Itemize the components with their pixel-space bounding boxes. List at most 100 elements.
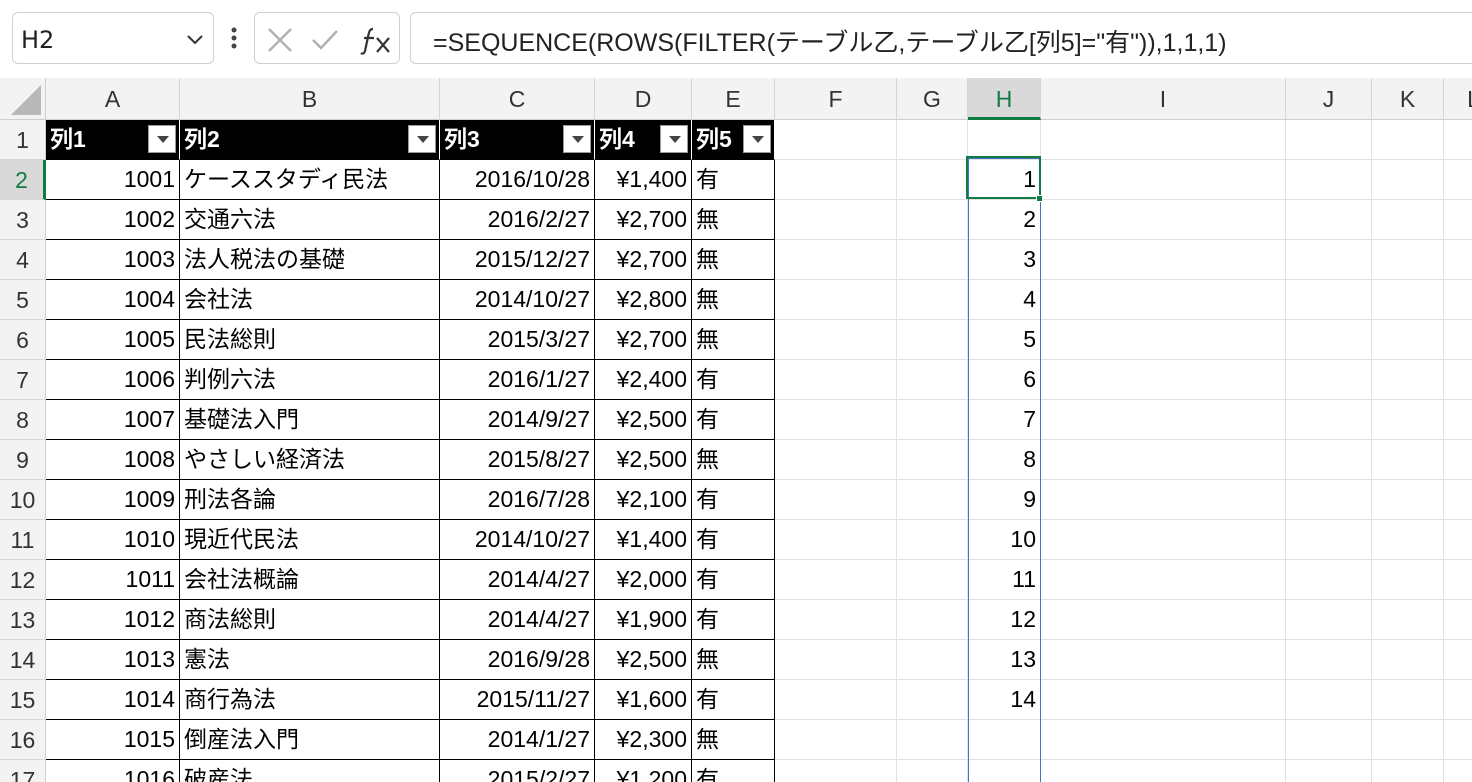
cell[interactable]: [897, 640, 968, 680]
cell[interactable]: [1286, 200, 1372, 240]
cell[interactable]: [775, 600, 897, 640]
column-header-g[interactable]: G: [897, 78, 968, 120]
cell[interactable]: [1286, 560, 1372, 600]
table-cell[interactable]: 2014/1/27: [440, 720, 595, 760]
row-header-1[interactable]: 1: [0, 120, 46, 160]
table-cell[interactable]: 憲法: [180, 640, 440, 680]
table-cell[interactable]: 基礎法入門: [180, 400, 440, 440]
cell[interactable]: [1372, 200, 1444, 240]
cell[interactable]: [1444, 440, 1472, 480]
table-cell[interactable]: 1002: [46, 200, 180, 240]
table-cell[interactable]: 1015: [46, 720, 180, 760]
name-box[interactable]: H2: [12, 12, 214, 64]
spill-cell[interactable]: 4: [968, 280, 1041, 320]
table-cell[interactable]: 2015/12/27: [440, 240, 595, 280]
cell[interactable]: [1372, 440, 1444, 480]
cell[interactable]: [1041, 400, 1286, 440]
cell[interactable]: [1041, 320, 1286, 360]
table-cell[interactable]: 2015/3/27: [440, 320, 595, 360]
column-header-d[interactable]: D: [595, 78, 692, 120]
cell[interactable]: [1286, 440, 1372, 480]
spill-cell[interactable]: 5: [968, 320, 1041, 360]
fill-handle[interactable]: [1036, 195, 1043, 202]
select-all-button[interactable]: [0, 78, 46, 120]
more-options-icon[interactable]: [224, 22, 244, 54]
cell[interactable]: [1444, 480, 1472, 520]
table-cell[interactable]: 交通六法: [180, 200, 440, 240]
cell[interactable]: [1041, 240, 1286, 280]
cell[interactable]: [897, 480, 968, 520]
table-cell[interactable]: 商行為法: [180, 680, 440, 720]
cell[interactable]: [775, 760, 897, 782]
cell[interactable]: [1444, 640, 1472, 680]
table-cell[interactable]: 会社法: [180, 280, 440, 320]
cell[interactable]: [897, 680, 968, 720]
cell[interactable]: [1444, 760, 1472, 782]
column-header-c[interactable]: C: [440, 78, 595, 120]
table-cell[interactable]: 有: [692, 760, 775, 782]
row-header-4[interactable]: 4: [0, 240, 46, 280]
cell[interactable]: [1372, 360, 1444, 400]
row-header-2[interactable]: 2: [0, 160, 46, 200]
table-cell[interactable]: 2016/1/27: [440, 360, 595, 400]
cell[interactable]: [1286, 760, 1372, 782]
table-header-3[interactable]: 列3: [440, 120, 595, 160]
table-cell[interactable]: 2015/11/27: [440, 680, 595, 720]
column-header-e[interactable]: E: [692, 78, 775, 120]
table-cell[interactable]: 倒産法入門: [180, 720, 440, 760]
table-cell[interactable]: 無: [692, 720, 775, 760]
table-cell[interactable]: 1001: [46, 160, 180, 200]
cell[interactable]: [897, 560, 968, 600]
cell[interactable]: [775, 400, 897, 440]
cell[interactable]: [1372, 760, 1444, 782]
cell[interactable]: [775, 560, 897, 600]
table-cell[interactable]: 無: [692, 240, 775, 280]
cell[interactable]: [1041, 280, 1286, 320]
cell[interactable]: [897, 320, 968, 360]
cell[interactable]: [1372, 640, 1444, 680]
cell[interactable]: [1286, 600, 1372, 640]
cell[interactable]: [897, 520, 968, 560]
table-cell[interactable]: 2015/8/27: [440, 440, 595, 480]
table-cell[interactable]: 有: [692, 520, 775, 560]
table-cell[interactable]: 1007: [46, 400, 180, 440]
column-header-h[interactable]: H: [968, 78, 1041, 120]
cell[interactable]: [775, 680, 897, 720]
table-cell[interactable]: 刑法各論: [180, 480, 440, 520]
table-cell[interactable]: 有: [692, 680, 775, 720]
column-header-f[interactable]: F: [775, 78, 897, 120]
cell[interactable]: [1041, 560, 1286, 600]
cell[interactable]: [1444, 280, 1472, 320]
table-cell[interactable]: ケーススタディ民法: [180, 160, 440, 200]
cell[interactable]: [1444, 600, 1472, 640]
cell[interactable]: [1286, 240, 1372, 280]
cell[interactable]: [968, 720, 1041, 760]
cell[interactable]: [1372, 560, 1444, 600]
table-cell[interactable]: 1004: [46, 280, 180, 320]
filter-dropdown-icon[interactable]: [563, 125, 591, 153]
table-cell[interactable]: 有: [692, 360, 775, 400]
cell[interactable]: [775, 480, 897, 520]
table-cell[interactable]: 無: [692, 280, 775, 320]
row-header-14[interactable]: 14: [0, 640, 46, 680]
table-cell[interactable]: ¥1,200: [595, 760, 692, 782]
cell[interactable]: [1041, 440, 1286, 480]
spill-cell[interactable]: 7: [968, 400, 1041, 440]
cell[interactable]: [1286, 120, 1372, 160]
cell[interactable]: [1041, 720, 1286, 760]
cell[interactable]: [1286, 280, 1372, 320]
table-cell[interactable]: 無: [692, 200, 775, 240]
spill-cell[interactable]: 9: [968, 480, 1041, 520]
cell[interactable]: [775, 440, 897, 480]
column-header-l[interactable]: L: [1444, 78, 1472, 120]
cell[interactable]: [1444, 680, 1472, 720]
column-header-b[interactable]: B: [180, 78, 440, 120]
cell[interactable]: [775, 160, 897, 200]
table-cell[interactable]: 1011: [46, 560, 180, 600]
table-cell[interactable]: 2016/9/28: [440, 640, 595, 680]
table-cell[interactable]: 2014/4/27: [440, 560, 595, 600]
table-cell[interactable]: 2014/4/27: [440, 600, 595, 640]
cell[interactable]: [1372, 280, 1444, 320]
table-cell[interactable]: 1008: [46, 440, 180, 480]
cell[interactable]: [775, 720, 897, 760]
